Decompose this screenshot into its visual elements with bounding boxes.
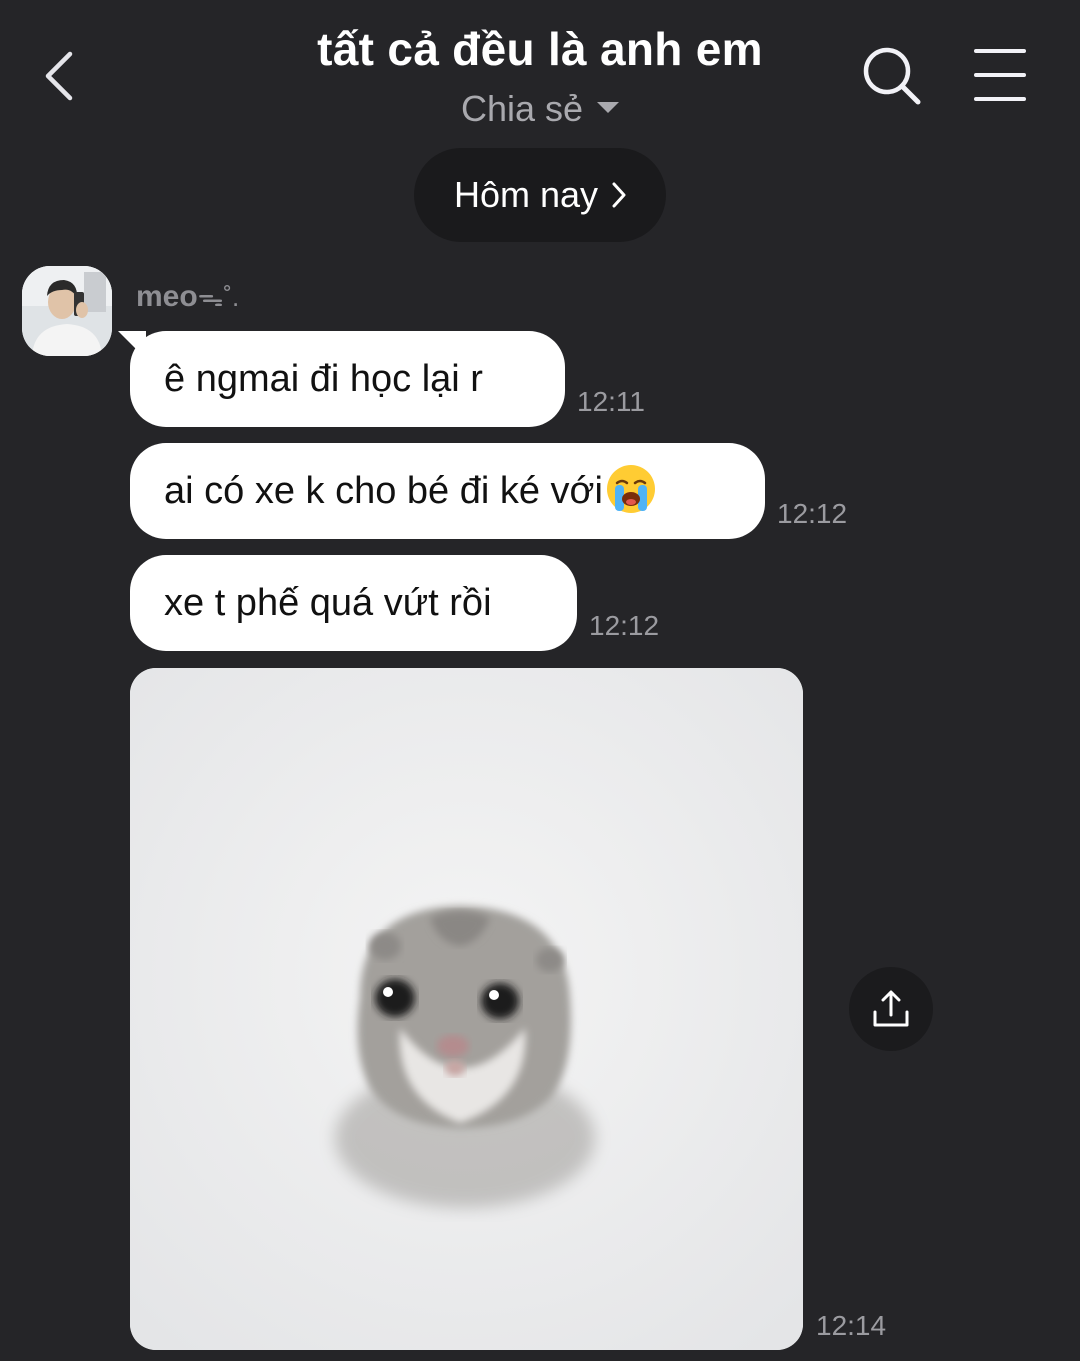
message-time: 12:11 (577, 386, 645, 417)
avatar-photo (22, 266, 112, 356)
menu-button[interactable] (972, 46, 1028, 106)
caret-down-icon (597, 101, 620, 113)
message-text: ê ngmai đi học lại r (164, 358, 483, 400)
share-upload-icon (873, 990, 909, 1027)
loudly-crying-face-icon (606, 464, 655, 513)
sad-hamster-photo (130, 668, 803, 1350)
message-bubble[interactable]: xe t phế quá vứt rồi (130, 555, 577, 651)
chat-screen: tất cả đều là anh em Chia sẻ Hôm nay meo… (0, 0, 1080, 1361)
message-time: 12:14 (816, 1310, 887, 1341)
sender-avatar[interactable] (22, 266, 112, 356)
search-icon (863, 47, 921, 105)
chevron-right-icon (612, 182, 626, 208)
hamburger-menu-icon (974, 49, 1026, 101)
message-time: 12:12 (777, 498, 848, 529)
sender-name-text: meo (136, 280, 198, 313)
sender-name: meoᯓ˚. (136, 278, 239, 314)
message-text: ai có xe k cho bé đi ké với (164, 470, 603, 512)
date-filter-pill[interactable]: Hôm nay (414, 148, 666, 242)
subtitle-label: Chia sẻ (460, 88, 584, 129)
image-message[interactable] (130, 668, 803, 1350)
date-pill-label: Hôm nay (453, 174, 599, 215)
sender-name-decoration: ᯓ˚. (197, 282, 240, 312)
share-button[interactable] (849, 967, 933, 1051)
message-bubble[interactable]: ê ngmai đi học lại r (130, 331, 565, 427)
search-button[interactable] (860, 44, 924, 108)
message-time: 12:12 (589, 610, 660, 641)
message-text: xe t phế quá vứt rồi (164, 582, 492, 624)
message-bubble[interactable]: ai có xe k cho bé đi ké với (130, 443, 765, 539)
